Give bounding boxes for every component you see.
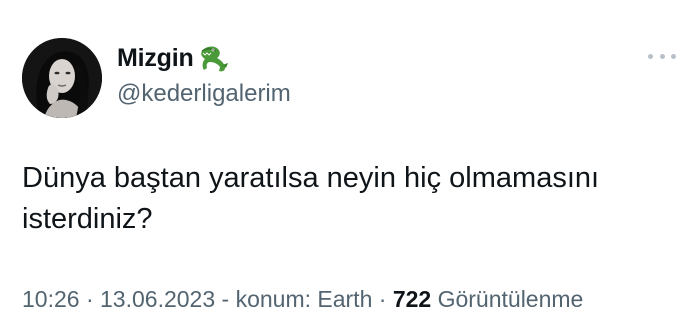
- author-handle[interactable]: @kederligalerim: [117, 80, 291, 108]
- tweet-time[interactable]: 10:26: [22, 286, 80, 312]
- more-horizontal-icon: [671, 53, 676, 59]
- crocodile-emoji-icon: [198, 43, 232, 73]
- tweet-meta: 10:26 · 13.06.2023 - konum: Earth · 722 …: [22, 286, 583, 313]
- tweet-location: - konum: Earth: [215, 286, 373, 312]
- tweet-date[interactable]: 13.06.2023: [100, 286, 215, 312]
- profile-photo: [22, 38, 102, 118]
- tweet-text: Dünya baştan yaratılsa neyin hiç olmamas…: [22, 162, 608, 235]
- author-name-row[interactable]: Mizgin: [117, 42, 232, 74]
- views-count[interactable]: 722: [393, 286, 431, 312]
- views-label[interactable]: Görüntülenme: [431, 286, 584, 312]
- tweet-card: Mizgin @kederligalerim Dünya baştan yara…: [0, 0, 690, 325]
- more-options-button[interactable]: [648, 48, 676, 64]
- meta-separator: ·: [372, 286, 393, 312]
- meta-separator: ·: [79, 286, 101, 312]
- display-name[interactable]: Mizgin: [117, 44, 194, 73]
- more-horizontal-icon: [659, 53, 665, 59]
- more-horizontal-icon: [648, 53, 653, 59]
- avatar[interactable]: [22, 38, 102, 118]
